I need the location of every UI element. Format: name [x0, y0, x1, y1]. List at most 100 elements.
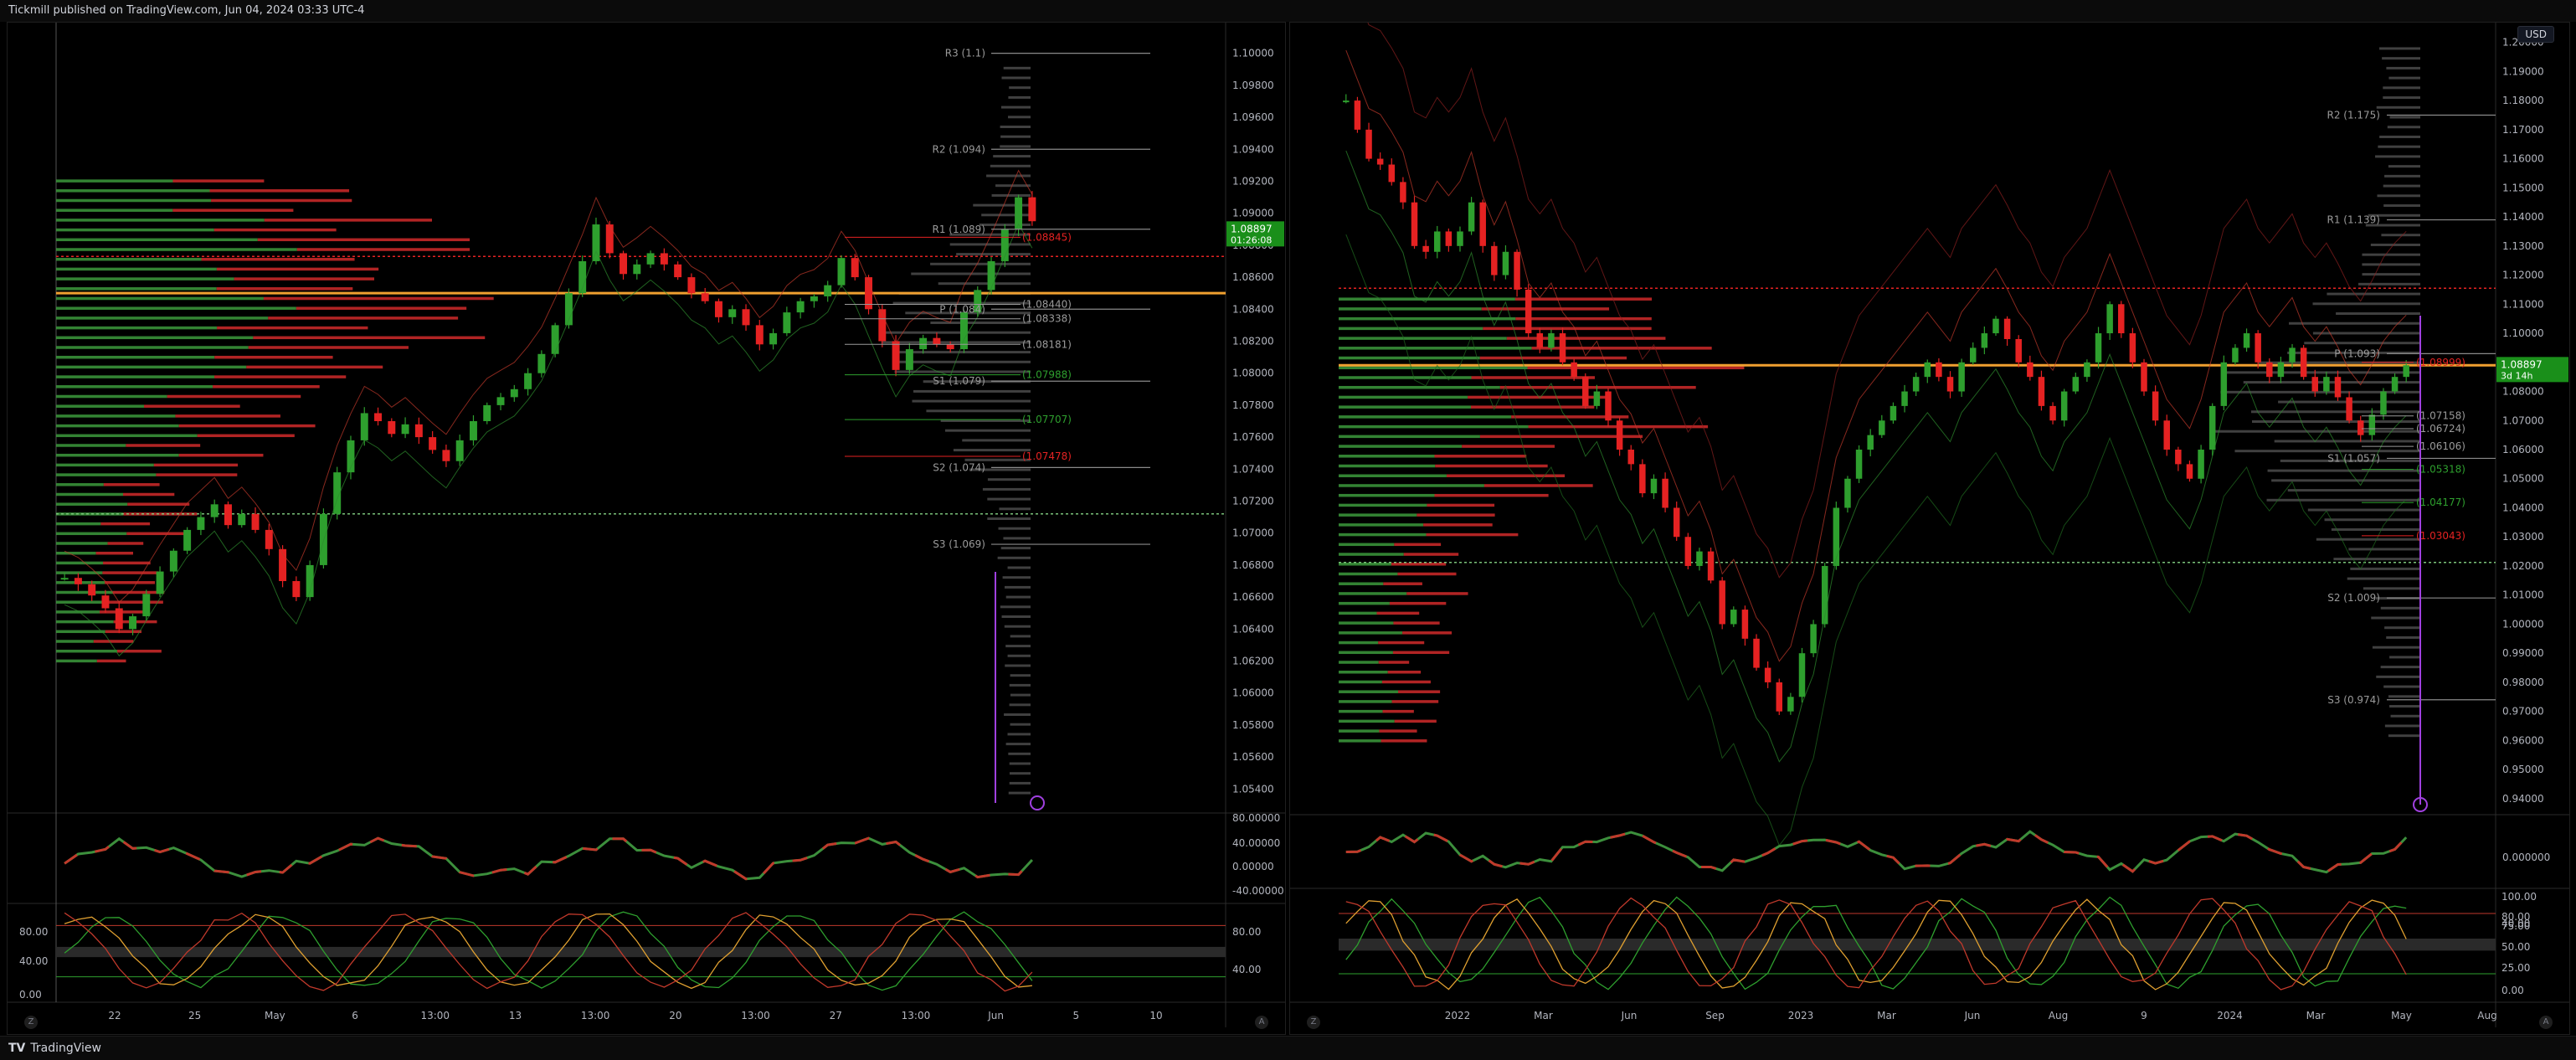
candle-body [2049, 405, 2056, 421]
time-tick-label: 13 [509, 1010, 522, 1021]
volume-profile-sell-bar [1392, 651, 1450, 655]
timezone-icon[interactable]: Z [24, 1016, 38, 1029]
volume-profile-sell-bar [1391, 700, 1439, 703]
price-tick-label: 1.08000 [1232, 368, 1274, 379]
volume-profile-sell-bar [178, 453, 264, 457]
left-chart-svg[interactable]: 1.10000 1.09800 1.09600 1.09400 1.09200 1.090… [8, 23, 1285, 1034]
session-volume-bar [953, 449, 1031, 452]
session-volume-bar [2383, 184, 2420, 188]
volume-profile-buy-bar [1339, 425, 1529, 429]
session-volume-bar [2382, 57, 2420, 60]
volume-profile-buy-bar [1339, 611, 1377, 615]
session-volume-bar [981, 214, 1031, 217]
volume-profile-buy-bar [1339, 385, 1500, 389]
footer-bar: TV TradingView [0, 1036, 2576, 1060]
candle-body [1376, 158, 1384, 165]
candle-body [429, 437, 437, 450]
candle-body [1958, 362, 1965, 392]
auto-scale-icon[interactable]: A [2539, 1016, 2553, 1029]
volume-profile-buy-bar [56, 492, 124, 497]
session-volume-bar [926, 409, 1031, 413]
price-tick-label: 1.15000 [2502, 182, 2544, 193]
session-volume-bar [1001, 615, 1031, 618]
candle-body [1946, 377, 1954, 392]
candle-body [88, 584, 96, 596]
candle-body [524, 373, 532, 389]
volume-profile-sell-bar [172, 208, 294, 212]
auto-scale-icon[interactable]: A [1255, 1016, 1268, 1029]
volume-profile-buy-bar [1339, 484, 1484, 487]
candle-body [2289, 347, 2296, 363]
candle-body [1525, 289, 1532, 334]
session-volume-bar [1007, 654, 1031, 657]
candle-body [2186, 464, 2193, 479]
volume-profile-sell-bar [1397, 572, 1457, 576]
candle-body [919, 337, 928, 350]
candle-body [1468, 202, 1475, 232]
candle-body [469, 421, 477, 440]
session-volume-bar [1003, 537, 1031, 540]
right-chart-svg[interactable]: 1.200001.190001.180001.170001.160001.150… [1290, 0, 2569, 1034]
volume-profile-buy-bar [1339, 347, 1532, 350]
session-volume-bar [1009, 683, 1031, 687]
tradingview-brand[interactable]: TV TradingView [8, 1042, 101, 1055]
session-volume-bar [1008, 791, 1031, 795]
oscillator-tick-label: 0.000000 [2502, 852, 2550, 863]
candle-body [442, 450, 450, 461]
candle-body [2003, 318, 2011, 339]
timezone-icon[interactable]: Z [1307, 1016, 1320, 1029]
session-volume-bar [2327, 292, 2420, 296]
session-volume-bar [1007, 566, 1031, 569]
price-tick-label: 1.06000 [2502, 444, 2544, 455]
candle-body [2255, 333, 2261, 363]
session-volume-bar [2387, 126, 2420, 129]
candle-body [2368, 414, 2376, 435]
volume-profile-sell-bar [1398, 690, 1441, 693]
candle-body [1400, 182, 1406, 203]
candle-body [1855, 450, 1863, 479]
session-volume-bar [2304, 342, 2420, 345]
time-tick-label: Aug [2049, 1010, 2068, 1021]
candle-body [1776, 682, 1782, 712]
volume-profile-buy-bar [1339, 316, 1516, 321]
price-tick-label: 1.09400 [1232, 143, 1274, 155]
volume-profile-sell-bar [1378, 661, 1410, 664]
currency-badge[interactable]: USD [2517, 26, 2554, 43]
left-chart-panel[interactable]: 1.10000 1.09800 1.09600 1.09400 1.09200 1.090… [7, 22, 1286, 1035]
price-tick-label: 1.19000 [2502, 65, 2544, 77]
price-tick-label: 1.06600 [1232, 591, 1274, 603]
volume-profile-buy-bar [56, 248, 297, 251]
time-tick-label: Jun [987, 1010, 1004, 1021]
volume-profile-sell-bar [172, 179, 265, 183]
right-chart-panel[interactable]: 1.200001.190001.180001.170001.160001.150… [1289, 0, 2570, 1035]
candle-body [2346, 397, 2352, 421]
volume-profile-buy-bar [1339, 680, 1382, 684]
session-volume-bar [990, 164, 1031, 167]
volume-profile-buy-bar [56, 306, 296, 310]
price-tick-label: 1.07800 [1232, 399, 1274, 411]
pivot-level-label: R1 (1.089) [932, 224, 985, 235]
volume-profile-buy-bar [1339, 592, 1407, 595]
session-volume-bar [2362, 253, 2420, 256]
candle-body [905, 349, 913, 370]
session-volume-bar [998, 527, 1031, 530]
candle-body [1479, 202, 1486, 246]
session-volume-bar [1008, 95, 1031, 99]
candle-body [169, 550, 177, 572]
annotation-label: (1.07707) [1022, 414, 1072, 425]
volume-profile-buy-bar [56, 346, 249, 349]
candle-body [1502, 251, 1509, 275]
neutral-zone-band [1339, 939, 2496, 951]
pivot-level-label: P (1.093) [2334, 347, 2380, 359]
volume-profile-sell-bar [1382, 709, 1414, 713]
candle-body [687, 277, 696, 294]
session-volume-bar [1009, 762, 1031, 765]
annotation-label: (1.07988) [1022, 369, 1072, 381]
price-tick-label: 1.10000 [2502, 327, 2544, 339]
volume-profile-buy-bar [56, 532, 127, 536]
volume-profile-sell-bar [214, 375, 347, 378]
volume-profile-buy-bar [1339, 523, 1424, 527]
volume-profile-sell-bar [1426, 533, 1519, 537]
volume-profile-sell-bar [1506, 337, 1666, 340]
candle-body [1514, 251, 1520, 290]
